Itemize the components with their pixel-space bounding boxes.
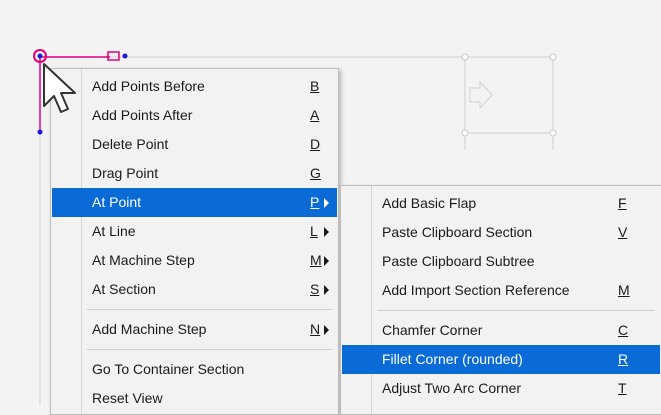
menu-item-label: Drag Point — [92, 165, 159, 181]
menu-item-add-import-section-reference[interactable]: Add Import Section Reference M — [342, 276, 660, 305]
menu-separator — [87, 309, 332, 310]
menu-item-label: At Line — [92, 223, 136, 239]
menu-item-label: Fillet Corner (rounded) — [382, 351, 523, 367]
menu-item-label: Add Points After — [92, 107, 193, 123]
submenu-arrow-icon — [324, 198, 329, 208]
menu-item-label: Paste Clipboard Section — [382, 224, 533, 240]
menu-item-add-basic-flap[interactable]: Add Basic Flap F — [342, 189, 660, 218]
menu-item-label: Reset View — [92, 390, 163, 406]
menu-item-delete-point[interactable]: Delete Point D — [52, 130, 337, 159]
menu-item-at-machine-step[interactable]: At Machine Step M — [52, 246, 337, 275]
menu-separator — [377, 310, 655, 311]
menu-item-go-to-container-section[interactable]: Go To Container Section — [52, 355, 337, 384]
menu-item-reset-view[interactable]: Reset View — [52, 384, 337, 413]
menu-item-at-point[interactable]: At Point P — [52, 188, 337, 217]
menu-item-label: Add Import Section Reference — [382, 282, 570, 298]
menu-item-shortcut: D — [310, 136, 321, 152]
submenu-arrow-icon — [324, 256, 329, 266]
menu-item-adjust-two-arc-corner[interactable]: Adjust Two Arc Corner T — [342, 374, 660, 403]
menu-item-shortcut: L — [310, 223, 318, 239]
menu-item-drag-point[interactable]: Drag Point G — [52, 159, 337, 188]
menu-item-label: Delete Point — [92, 136, 169, 152]
menu-item-shortcut: P — [310, 194, 320, 210]
menu-item-label: Chamfer Corner — [382, 322, 483, 338]
menu-item-label: Paste Clipboard Subtree — [382, 253, 535, 269]
menu-item-shortcut: V — [618, 224, 628, 240]
menu-item-shortcut: R — [618, 351, 629, 367]
menu-item-add-points-after[interactable]: Add Points After A — [52, 101, 337, 130]
context-menu: Add Points Before B Add Points After A D… — [50, 68, 339, 415]
menu-item-label: Adjust Two Arc Corner — [382, 380, 522, 396]
menu-item-add-points-before[interactable]: Add Points Before B — [52, 72, 337, 101]
submenu-arrow-icon — [324, 227, 329, 237]
menu-item-shortcut: M — [618, 282, 630, 298]
menu-item-at-line[interactable]: At Line L — [52, 217, 337, 246]
menu-item-shortcut: S — [310, 281, 320, 297]
menu-item-label: At Section — [92, 281, 156, 297]
menu-item-label: Go To Container Section — [92, 361, 245, 377]
menu-item-shortcut: B — [310, 78, 320, 94]
menu-item-label: At Point — [92, 194, 142, 210]
menu-item-shortcut: T — [618, 380, 627, 396]
menu-item-paste-clipboard-section[interactable]: Paste Clipboard Section V — [342, 218, 660, 247]
submenu-arrow-icon — [324, 325, 329, 335]
menu-item-shortcut: M — [310, 252, 322, 268]
menu-item-shortcut: G — [310, 165, 321, 181]
menu-item-at-section[interactable]: At Section S — [52, 275, 337, 304]
menu-separator — [87, 349, 332, 350]
menu-item-label: Add Basic Flap — [382, 195, 477, 211]
menu-item-label: At Machine Step — [92, 252, 195, 268]
menu-item-shortcut: N — [310, 321, 321, 337]
menu-item-shortcut: C — [618, 322, 629, 338]
menu-item-paste-clipboard-subtree[interactable]: Paste Clipboard Subtree — [342, 247, 660, 276]
menu-item-shortcut: F — [618, 195, 627, 211]
at-point-submenu: Add Basic Flap F Paste Clipboard Section… — [340, 185, 661, 415]
menu-item-label: Add Machine Step — [92, 321, 207, 337]
mouse-pointer-icon — [43, 63, 76, 113]
menu-item-fillet-corner[interactable]: Fillet Corner (rounded) R — [342, 345, 660, 374]
menu-item-chamfer-corner[interactable]: Chamfer Corner C — [342, 316, 660, 345]
submenu-arrow-icon — [324, 285, 329, 295]
menu-item-add-machine-step[interactable]: Add Machine Step N — [52, 315, 337, 344]
menu-item-shortcut: A — [310, 107, 320, 123]
menu-item-label: Add Points Before — [92, 78, 205, 94]
